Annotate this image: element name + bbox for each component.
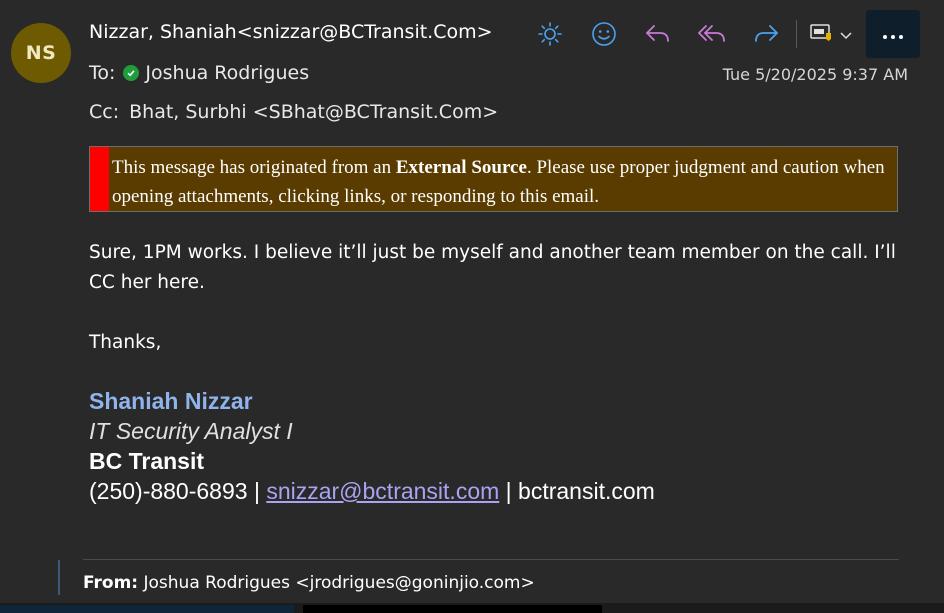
presence-available-icon (123, 65, 140, 81)
to-line: To: Joshua Rodrigues (89, 62, 309, 84)
banner-text-part1: This message has originated from an (112, 157, 396, 178)
cc-label: Cc: (89, 101, 120, 123)
more-actions-button[interactable] (866, 10, 920, 58)
toolbar-separator (796, 20, 797, 48)
quoted-divider (83, 559, 899, 560)
cc-recipient[interactable]: Bhat, Surbhi <SBhat@BCTransit.Com> (129, 101, 498, 123)
banner-warning-bar (90, 147, 109, 211)
reply-icon[interactable] (640, 14, 676, 54)
bottom-segment-middle (303, 605, 602, 613)
chevron-down-icon (839, 25, 853, 44)
signature-email-link[interactable]: snizzar@bctransit.com (266, 478, 499, 504)
message-body: Sure, 1PM works. I believe it’ll just be… (89, 238, 909, 358)
signature-contact: (250)-880-6893 | snizzar@bctransit.com |… (89, 476, 655, 506)
signature-phone: (250)-880-6893 | (89, 478, 267, 504)
from-line[interactable]: Nizzar, Shaniah<snizzar@BCTransit.Com> (89, 21, 493, 43)
bottom-segment-left (0, 605, 294, 613)
quoted-from-label: From: (83, 573, 139, 593)
cc-line: Cc: Bhat, Surbhi <SBhat@BCTransit.Com> (89, 101, 498, 123)
email-signature: Shaniah Nizzar IT Security Analyst I BC … (89, 386, 655, 506)
avatar-initials: NS (25, 42, 57, 64)
quoted-from-value: Joshua Rodrigues <jrodrigues@goninjio.co… (138, 573, 535, 593)
more-icon (882, 25, 904, 44)
apps-dropdown-button[interactable] (809, 14, 861, 54)
apps-icon (809, 21, 835, 47)
smiley-icon[interactable] (586, 14, 622, 54)
quoted-from-line: From: Joshua Rodrigues <jrodrigues@gonin… (83, 573, 535, 593)
sent-date: Tue 5/20/2025 9:37 AM (722, 65, 908, 84)
reply-all-icon[interactable] (694, 14, 730, 54)
message-toolbar (532, 14, 861, 54)
banner-text: This message has originated from an Exte… (109, 147, 897, 211)
signature-name: Shaniah Nizzar (89, 388, 253, 414)
to-label: To: (89, 62, 116, 84)
body-paragraph: Sure, 1PM works. I believe it’ll just be… (89, 242, 896, 293)
forward-icon[interactable] (748, 14, 784, 54)
signature-title: IT Security Analyst I (89, 418, 293, 444)
body-thanks: Thanks, (89, 332, 162, 353)
external-source-banner: This message has originated from an Exte… (89, 146, 898, 212)
sun-icon[interactable] (532, 14, 568, 54)
signature-organization: BC Transit (89, 448, 205, 474)
banner-text-bold: External Source (395, 157, 527, 178)
signature-site: | bctransit.com (499, 478, 655, 504)
sender-avatar[interactable]: NS (11, 23, 71, 83)
quote-bar (58, 560, 60, 595)
to-recipient[interactable]: Joshua Rodrigues (145, 62, 309, 84)
